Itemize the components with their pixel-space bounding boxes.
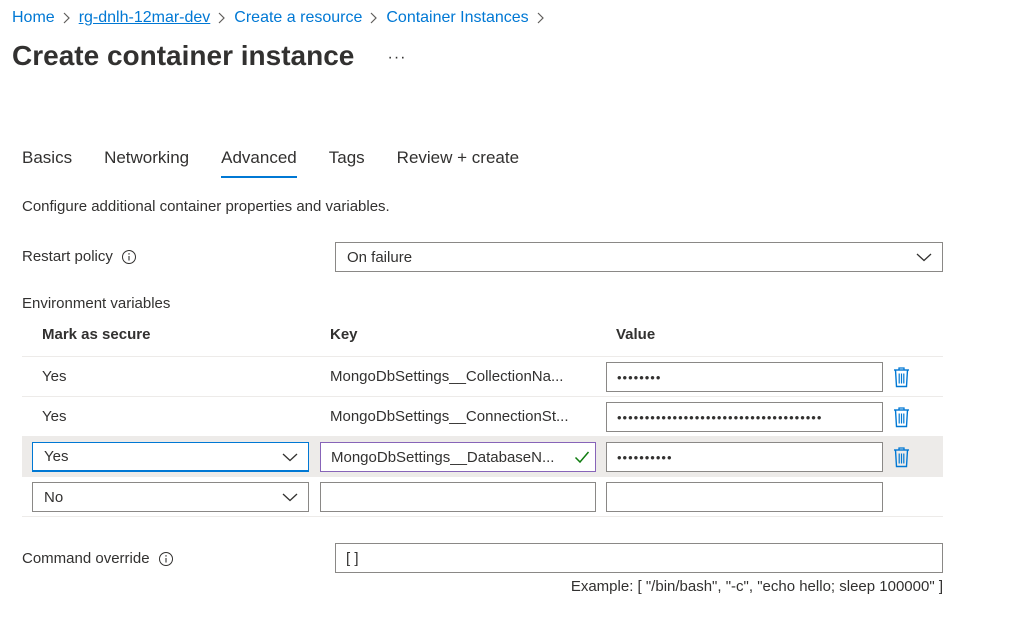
tab-review-create[interactable]: Review + create	[397, 146, 519, 176]
chevron-right-icon	[529, 7, 553, 29]
restart-policy-label: Restart policy	[22, 248, 137, 265]
secure-dropdown[interactable]: No	[32, 482, 309, 512]
trash-icon[interactable]	[890, 405, 912, 429]
secure-value[interactable]: Yes	[42, 368, 66, 385]
key-value[interactable]: MongoDbSettings__ConnectionSt...	[330, 408, 592, 425]
secure-value[interactable]: Yes	[42, 408, 66, 425]
table-row-new: No	[22, 477, 943, 517]
chevron-down-icon	[272, 483, 308, 511]
page-title: Create container instance	[12, 40, 355, 71]
value-field[interactable]: •••••••••••••••••••••••••••••••••••••	[606, 402, 883, 432]
breadcrumb-container-instances[interactable]: Container Instances	[386, 9, 528, 27]
restart-policy-value: On failure	[347, 248, 413, 266]
more-options-button[interactable]: ···	[384, 44, 410, 72]
table-row: Yes MongoDbSettings__CollectionNa... •••…	[22, 357, 943, 397]
value-field[interactable]	[606, 482, 883, 512]
value-field[interactable]: ••••••••	[606, 362, 883, 392]
chevron-right-icon	[362, 7, 386, 29]
breadcrumb-resource-group[interactable]: rg-dnlh-12mar-dev	[79, 9, 211, 27]
info-icon[interactable]	[121, 249, 137, 265]
restart-policy-label-text: Restart policy	[22, 248, 113, 265]
column-header-key: Key	[330, 326, 358, 343]
key-value[interactable]: MongoDbSettings__CollectionNa...	[330, 368, 592, 385]
command-override-label: Command override	[22, 550, 174, 567]
secure-dropdown-value: Yes	[44, 448, 69, 465]
trash-icon[interactable]	[890, 445, 912, 469]
breadcrumb-create-resource[interactable]: Create a resource	[234, 9, 362, 27]
tab-advanced[interactable]: Advanced	[221, 146, 297, 178]
environment-variables-table: Mark as secure Key Value Yes MongoDbSett…	[22, 316, 943, 517]
tab-bar: Basics Networking Advanced Tags Review +…	[22, 146, 551, 182]
restart-policy-dropdown[interactable]: On failure	[335, 242, 943, 272]
secure-dropdown-value: No	[44, 488, 64, 506]
section-description: Configure additional container propertie…	[22, 198, 390, 215]
value-field[interactable]: ••••••••••	[606, 442, 883, 472]
tab-networking[interactable]: Networking	[104, 146, 189, 176]
breadcrumb: Home rg-dnlh-12mar-dev Create a resource…	[12, 7, 553, 29]
command-override-label-text: Command override	[22, 550, 150, 567]
environment-variables-label: Environment variables	[22, 295, 171, 312]
chevron-down-icon	[272, 443, 308, 470]
checkmark-icon	[569, 450, 595, 464]
table-row-selected: Yes MongoDbSettings__DatabaseN... ••••••…	[22, 437, 943, 477]
chevron-down-icon	[906, 243, 942, 271]
chevron-right-icon	[210, 7, 234, 29]
tab-tags[interactable]: Tags	[329, 146, 365, 176]
key-field[interactable]	[320, 482, 596, 512]
command-override-example: Example: [ "/bin/bash", "-c", "echo hell…	[570, 578, 943, 595]
table-header: Mark as secure Key Value	[22, 316, 943, 357]
table-row: Yes MongoDbSettings__ConnectionSt... •••…	[22, 397, 943, 437]
key-field[interactable]: MongoDbSettings__DatabaseN...	[320, 442, 596, 472]
key-field-value: MongoDbSettings__DatabaseN...	[331, 448, 555, 466]
tab-basics[interactable]: Basics	[22, 146, 72, 176]
trash-icon[interactable]	[890, 365, 912, 389]
info-icon[interactable]	[158, 551, 174, 567]
chevron-right-icon	[55, 7, 79, 29]
secure-dropdown[interactable]: Yes	[32, 442, 309, 472]
command-override-input[interactable]: [ ]	[335, 543, 943, 573]
breadcrumb-home[interactable]: Home	[12, 9, 55, 27]
column-header-secure: Mark as secure	[42, 326, 151, 343]
column-header-value: Value	[616, 326, 656, 343]
